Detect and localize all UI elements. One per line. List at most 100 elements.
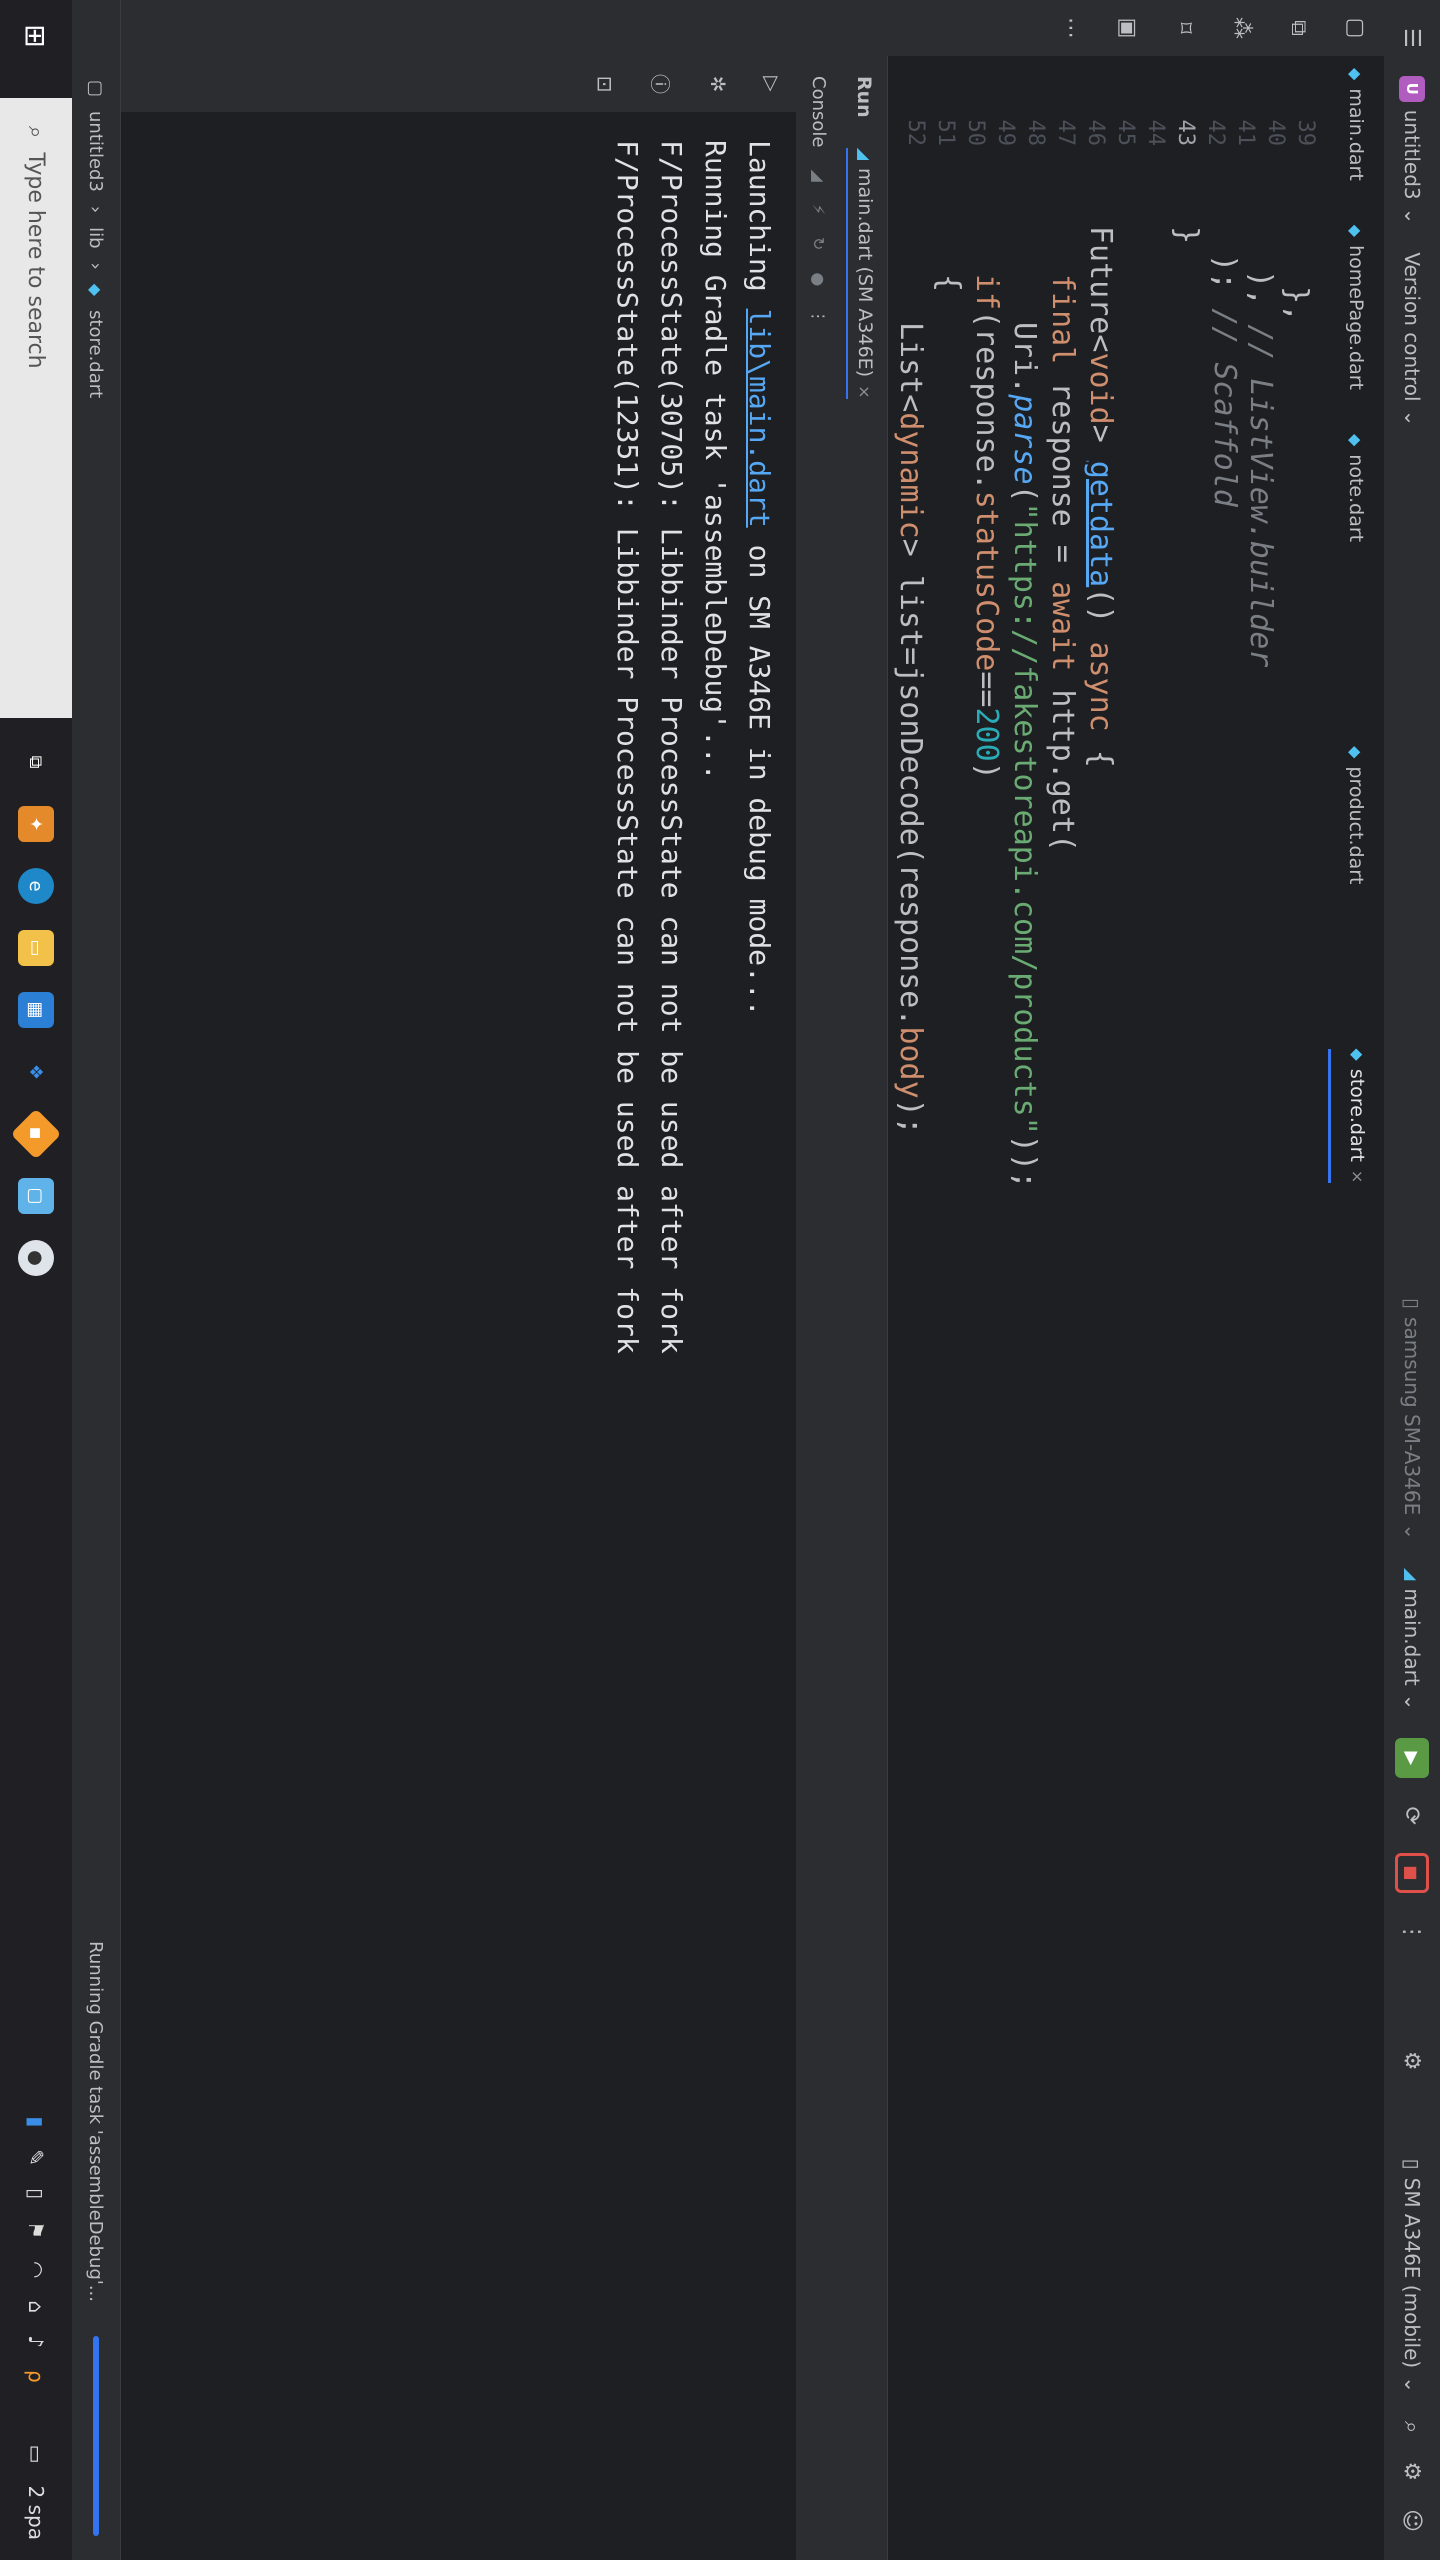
edge-browser-icon[interactable]: e xyxy=(18,868,54,904)
device-manager-icon[interactable]: ⚙ xyxy=(1400,2051,1425,2071)
rerun-icon[interactable]: ▷ xyxy=(760,76,784,91)
console-tab[interactable]: Console xyxy=(809,76,830,147)
wifi-icon[interactable]: ◠ xyxy=(24,2261,48,2278)
device-selector[interactable]: ▯ samsung SM-A346E ⌄ xyxy=(1400,1298,1424,1540)
code-editor[interactable]: 39 40 41 42 43 44 45 46 47 48 49 50 51 5… xyxy=(888,56,1328,2560)
line-number: 50 xyxy=(963,119,988,147)
console-line: F/ProcessState(30705): Libbinder Process… xyxy=(655,140,688,1354)
breadcrumb-file[interactable]: store.dart xyxy=(86,310,107,398)
editor-tabs: ◆ main.dart ◆ homePage.dart ◆ note.dart … xyxy=(1327,56,1384,2560)
windows-taskbar: ⊞ ⌕ Type here to search ⧉ ✦ e ▭ ▦ ❖ ◆ ▢ … xyxy=(0,0,72,2560)
version-control-label: Version control xyxy=(1400,252,1424,402)
more-tools-icon[interactable]: ⋯ xyxy=(1058,17,1083,39)
info-icon[interactable]: ⓘ xyxy=(647,74,676,94)
file-explorer-icon[interactable]: ▭ xyxy=(18,930,54,966)
notifications-icon[interactable]: ▭ xyxy=(24,2445,48,2464)
chevron-down-icon: ⌄ xyxy=(1400,2376,1424,2393)
plugins-icon[interactable]: ⁂ xyxy=(1229,17,1254,39)
line-number: 48 xyxy=(1023,119,1048,147)
taskbar-search-box[interactable]: ⌕ Type here to search xyxy=(0,98,72,718)
tab-label: main.dart xyxy=(1345,88,1367,181)
stop-button[interactable]: ■ xyxy=(1395,1852,1429,1893)
debug-bug-icon[interactable]: ✲ xyxy=(706,76,730,93)
device-explorer-icon[interactable]: ▣ xyxy=(1115,18,1140,39)
breadcrumb-folder[interactable]: lib xyxy=(86,227,107,248)
file-link[interactable]: lib\main.dart xyxy=(743,309,776,528)
chrome-icon[interactable]: ● xyxy=(18,1240,54,1276)
line-number: 45 xyxy=(1113,119,1138,147)
more-options-icon[interactable]: ⋮ xyxy=(1400,1921,1425,1943)
console-line: Launching lib\main.dart on SM A346E in d… xyxy=(743,140,776,1017)
devtools-icon[interactable]: ● xyxy=(810,272,829,286)
flutter-icon: ◢ xyxy=(1402,1568,1422,1581)
phone-icon: ▯ xyxy=(1400,1298,1424,1310)
tab-store-dart[interactable]: ◆ store.dart × xyxy=(1328,1048,1384,1184)
chevron-down-icon: ⌄ xyxy=(1400,1523,1424,1541)
line-number-gutter: 39 40 41 42 43 44 45 46 47 48 49 50 51 5… xyxy=(888,56,1328,166)
notification-badge-icon[interactable]: ▮ xyxy=(24,2116,48,2127)
tray-app-icon[interactable]: ▯ xyxy=(24,2188,48,2199)
tab-product-dart[interactable]: ◆ product.dart xyxy=(1328,746,1384,884)
project-icon[interactable]: ▢ xyxy=(1343,18,1368,39)
code-line: Uri.parse("https://fakestoreapi.com/prod… xyxy=(1007,322,1042,1189)
console-output[interactable]: Launching lib\main.dart on SM A346E in d… xyxy=(120,112,796,2560)
run-side-toolbar: ▷ ✲ ⓘ ⊡ xyxy=(120,56,796,112)
hamburger-menu-icon[interactable]: ☰ xyxy=(1400,28,1425,48)
dropbox-icon[interactable]: ❖ xyxy=(18,1054,54,1090)
task-view-icon[interactable]: ⧉ xyxy=(18,744,54,780)
more-options-icon[interactable]: ⋮ xyxy=(810,308,829,324)
copilot-icon[interactable]: ✦ xyxy=(18,806,54,842)
tab-label: note.dart xyxy=(1345,454,1367,543)
flutter-inspector-icon[interactable]: ◢ xyxy=(810,169,829,181)
language-icon[interactable]: ⌂ xyxy=(24,2300,48,2313)
run-button[interactable]: ▶ xyxy=(1395,1738,1429,1779)
project-selector[interactable]: U untitled3 ⌄ xyxy=(1399,75,1425,225)
dart-file-icon: ◆ xyxy=(1346,746,1366,759)
background-task-label[interactable]: Running Gradle task 'assembleDebug'... xyxy=(86,1941,107,2302)
run-config-tab[interactable]: ◢ main.dart (SM A346E) × xyxy=(846,147,882,399)
code-line: ); // Scaffold xyxy=(1207,254,1242,507)
settings-icon[interactable]: ⚙ xyxy=(1400,2461,1425,2481)
tray-app-icon[interactable]: ✎ xyxy=(24,2149,48,2166)
account-icon[interactable]: ☺ xyxy=(1400,2509,1425,2532)
line-number: 44 xyxy=(1143,119,1168,147)
code-line: List<dynamic> list=jsonDecode(response.b… xyxy=(893,322,928,1135)
code-line: final response = await http.get( xyxy=(1045,274,1080,852)
tray-app-icon[interactable]: ⚑ xyxy=(24,2221,48,2239)
search-icon[interactable]: ⌕ xyxy=(1400,2421,1425,2433)
volume-icon[interactable]: ♪ xyxy=(24,2335,48,2348)
windows-start-icon[interactable]: ⊞ xyxy=(0,0,72,72)
version-control-menu[interactable]: Version control ⌄ xyxy=(1400,252,1424,426)
hot-reload-icon[interactable]: ⚡ xyxy=(810,204,829,215)
debug-icon[interactable]: ⟳ xyxy=(1400,1806,1425,1824)
bookmarks-icon[interactable]: ⌑ xyxy=(1172,22,1197,33)
chevron-down-icon: ⌄ xyxy=(1400,409,1424,427)
search-icon: ⌕ xyxy=(23,126,49,139)
tab-label: store.dart xyxy=(1346,1068,1369,1162)
chevron-right-icon: › xyxy=(85,205,107,214)
tab-main-dart[interactable]: ◆ main.dart xyxy=(1328,68,1384,181)
status-right-text: 2 spa xyxy=(24,2485,48,2540)
structure-icon[interactable]: ⧉ xyxy=(1286,20,1311,36)
tray-app-icon[interactable]: ρ xyxy=(24,2370,48,2383)
run-config-label: main.dart xyxy=(1400,1588,1424,1686)
line-number: 49 xyxy=(993,119,1018,147)
chart-icon[interactable]: ⊡ xyxy=(593,76,617,93)
chevron-down-icon: ⌄ xyxy=(1400,207,1424,225)
store-icon[interactable]: ▦ xyxy=(18,992,54,1028)
console-line: F/ProcessState(12351): Libbinder Process… xyxy=(611,140,644,1354)
breadcrumb-project[interactable]: untitled3 xyxy=(86,111,107,192)
app-orange-icon[interactable]: ◆ xyxy=(10,1108,62,1160)
hot-restart-icon[interactable]: ↻ xyxy=(810,237,829,250)
tab-note-dart[interactable]: ◆ note.dart xyxy=(1328,434,1384,542)
line-number: 42 xyxy=(1203,119,1228,147)
run-config-tab-label: main.dart (SM A346E) xyxy=(854,168,876,378)
device-dropdown[interactable]: ▯ SM A346E (mobile) ⌄ xyxy=(1400,2159,1424,2393)
run-configuration-selector[interactable]: ◢ main.dart ⌄ xyxy=(1400,1568,1424,1710)
close-tab-icon[interactable]: × xyxy=(1348,1170,1367,1183)
close-tab-icon[interactable]: × xyxy=(856,385,875,398)
code-line: ), // ListView.builder xyxy=(1243,270,1278,668)
tab-homepage-dart[interactable]: ◆ homePage.dart xyxy=(1328,225,1384,390)
line-number: 41 xyxy=(1233,119,1258,147)
app-blue-icon[interactable]: ▢ xyxy=(18,1178,54,1214)
